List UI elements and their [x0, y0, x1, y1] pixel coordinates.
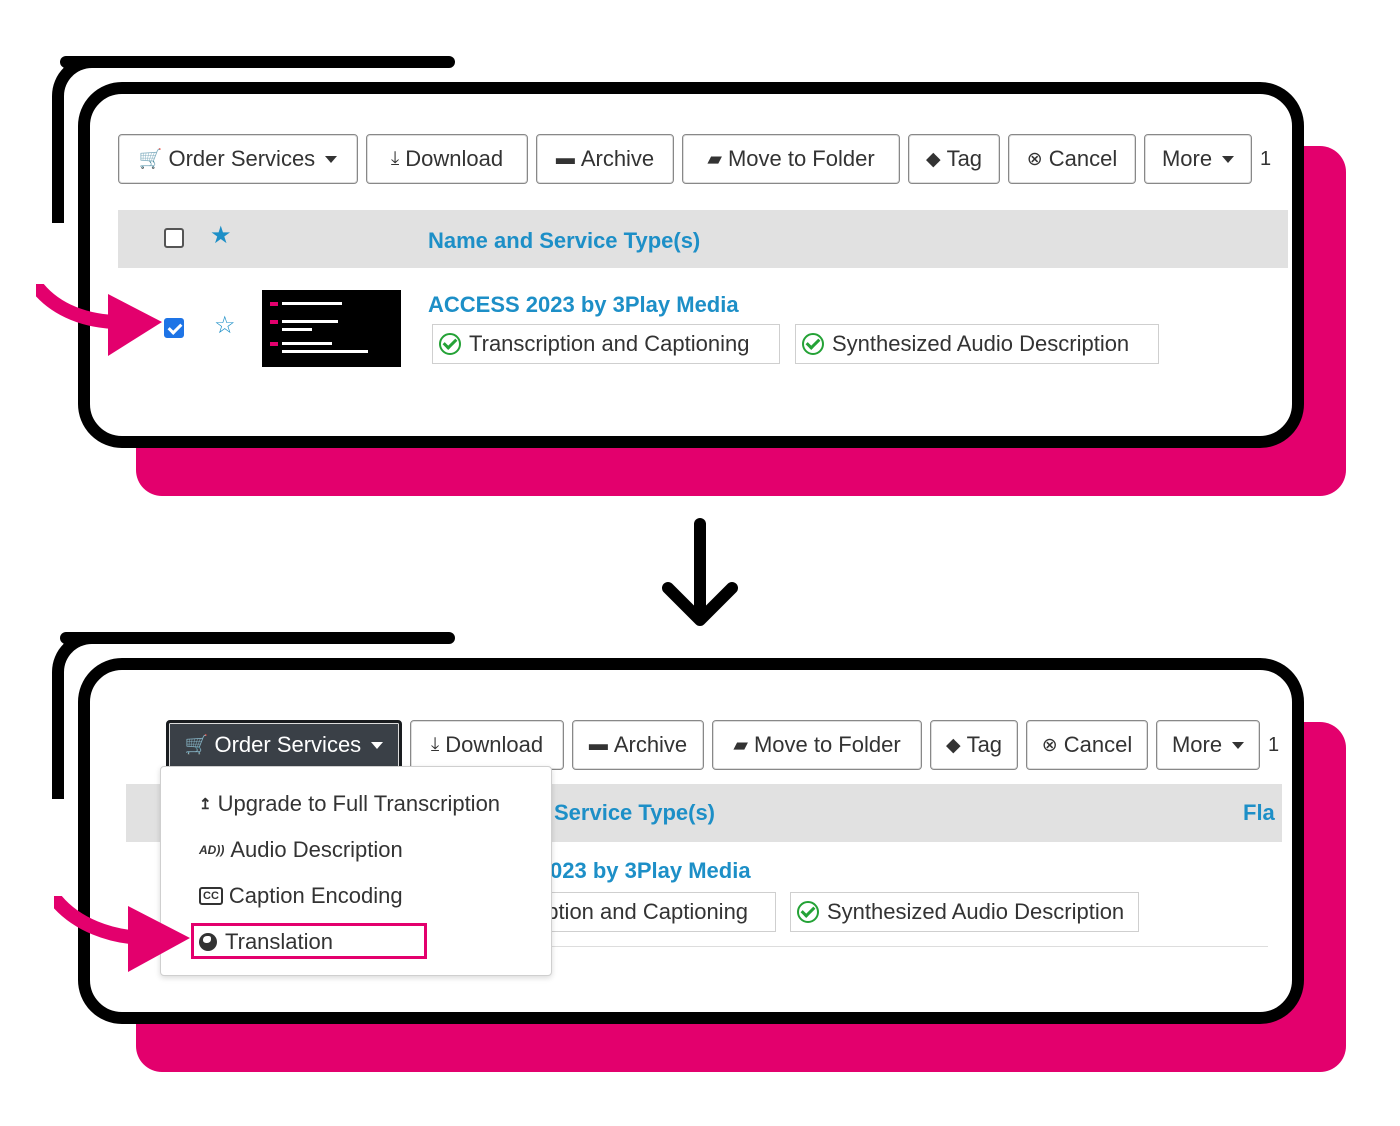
pointer-arrow-top-icon — [36, 284, 162, 356]
chevron-down-icon — [371, 741, 384, 749]
order-services-button-open[interactable]: 🛒 Order Services — [166, 720, 402, 770]
tag-button[interactable]: ◆ Tag — [908, 134, 1000, 184]
cancel-label: Cancel — [1048, 146, 1118, 171]
service-label: ription and Captioning — [534, 899, 749, 924]
cancel-button[interactable]: ⊗ Cancel — [1008, 134, 1136, 184]
times-circle-icon: ⊗ — [1041, 734, 1058, 756]
toolbar-bottom: 🛒 Order Services ⤓ Download ▬ Archive ▰ … — [166, 720, 1279, 770]
more-button[interactable]: More — [1156, 720, 1260, 770]
check-circle-icon — [802, 333, 824, 355]
download-icon: ⤓ — [430, 734, 440, 755]
translation-highlight-box — [191, 923, 427, 959]
menu-item-caption-encoding[interactable]: CC Caption Encoding — [199, 883, 403, 909]
archive-label: Archive — [613, 732, 688, 757]
move-to-folder-button[interactable]: ▰ Move to Folder — [712, 720, 922, 770]
service-badge-audio-description: Synthesized Audio Description — [795, 324, 1159, 364]
check-circle-icon — [439, 333, 461, 355]
order-services-label: Order Services — [168, 146, 316, 171]
move-to-folder-button[interactable]: ▰ Move to Folder — [682, 134, 900, 184]
archive-icon: ▬ — [588, 734, 608, 755]
tag-icon: ◆ — [925, 148, 941, 170]
tag-icon: ◆ — [945, 734, 961, 756]
media-title-link[interactable]: 023 by 3Play Media — [550, 858, 751, 884]
download-button[interactable]: ⤓ Download — [410, 720, 564, 770]
screenshot-frame-top: 🛒 Order Services ⤓ Download ▬ Archive ▰ … — [78, 82, 1304, 448]
service-label: Synthesized Audio Description — [832, 331, 1130, 356]
screenshot-frame-bottom: 🛒 Order Services ⤓ Download ▬ Archive ▰ … — [78, 658, 1304, 1024]
table-header-row — [118, 210, 1288, 268]
chevron-down-icon — [325, 155, 338, 163]
more-label: More — [1171, 732, 1223, 757]
service-label: Synthesized Audio Description — [827, 899, 1125, 924]
more-button[interactable]: More — [1144, 134, 1252, 184]
download-label: Download — [405, 146, 504, 171]
caret-down-icon — [1222, 155, 1235, 163]
download-icon: ⤓ — [390, 148, 400, 169]
audio-description-icon: AD)) — [199, 843, 225, 857]
order-services-button[interactable]: 🛒 Order Services — [118, 134, 358, 184]
upload-icon: ↥ — [199, 796, 212, 813]
star-filled-icon[interactable]: ★ — [210, 224, 232, 248]
folder-open-icon: ▰ — [707, 148, 722, 170]
menu-item-upgrade-transcription[interactable]: ↥ Upgrade to Full Transcription — [199, 791, 500, 817]
arrow-down-icon — [662, 518, 738, 626]
archive-button[interactable]: ▬ Archive — [536, 134, 674, 184]
service-badge-audio-description: Synthesized Audio Description — [790, 892, 1139, 932]
media-title-link[interactable]: ACCESS 2023 by 3Play Media — [428, 292, 739, 318]
order-services-dropdown: ↥ Upgrade to Full Transcription AD)) Aud… — [160, 766, 552, 976]
star-outline-icon[interactable]: ☆ — [214, 314, 236, 338]
menu-item-audio-description[interactable]: AD)) Audio Description — [199, 837, 403, 863]
download-label: Download — [445, 732, 544, 757]
archive-button[interactable]: ▬ Archive — [572, 720, 704, 770]
cancel-label: Cancel — [1063, 732, 1133, 757]
select-all-checkbox[interactable] — [164, 228, 184, 248]
move-to-folder-label: Move to Folder — [753, 732, 901, 757]
column-name-header[interactable]: Service Type(s) — [554, 800, 715, 826]
move-to-folder-label: Move to Folder — [727, 146, 875, 171]
column-flag-header[interactable]: Fla — [1243, 800, 1275, 826]
row-divider — [550, 946, 1268, 947]
folder-open-icon: ▰ — [733, 734, 748, 756]
column-name-header[interactable]: Name and Service Type(s) — [428, 228, 700, 254]
check-circle-icon — [797, 901, 819, 923]
cart-icon: 🛒 — [184, 735, 209, 756]
tag-label: Tag — [946, 146, 983, 171]
video-thumbnail[interactable] — [262, 290, 401, 367]
caret-down-icon — [1232, 741, 1245, 749]
service-badge-transcription: Transcription and Captioning — [432, 324, 780, 364]
service-label: Transcription and Captioning — [469, 331, 750, 356]
tag-button[interactable]: ◆ Tag — [930, 720, 1018, 770]
archive-label: Archive — [580, 146, 655, 171]
pointer-arrow-bottom-icon — [54, 896, 190, 972]
order-services-label: Order Services — [214, 732, 362, 757]
item-count-fragment: 1 — [1260, 147, 1272, 170]
row-select-checkbox[interactable] — [164, 318, 184, 338]
more-label: More — [1161, 146, 1213, 171]
download-button[interactable]: ⤓ Download — [366, 134, 528, 184]
menu-item-label: Audio Description — [230, 837, 403, 862]
menu-item-label: Upgrade to Full Transcription — [217, 791, 501, 816]
cancel-button[interactable]: ⊗ Cancel — [1026, 720, 1148, 770]
closed-caption-icon: CC — [199, 887, 223, 905]
toolbar-top: 🛒 Order Services ⤓ Download ▬ Archive ▰ … — [118, 134, 1271, 184]
tag-label: Tag — [966, 732, 1003, 757]
times-circle-icon: ⊗ — [1026, 148, 1043, 170]
item-count-fragment: 1 — [1268, 733, 1280, 756]
menu-item-label: Caption Encoding — [228, 883, 403, 908]
cart-icon: 🛒 — [138, 149, 163, 170]
archive-icon: ▬ — [555, 148, 575, 169]
